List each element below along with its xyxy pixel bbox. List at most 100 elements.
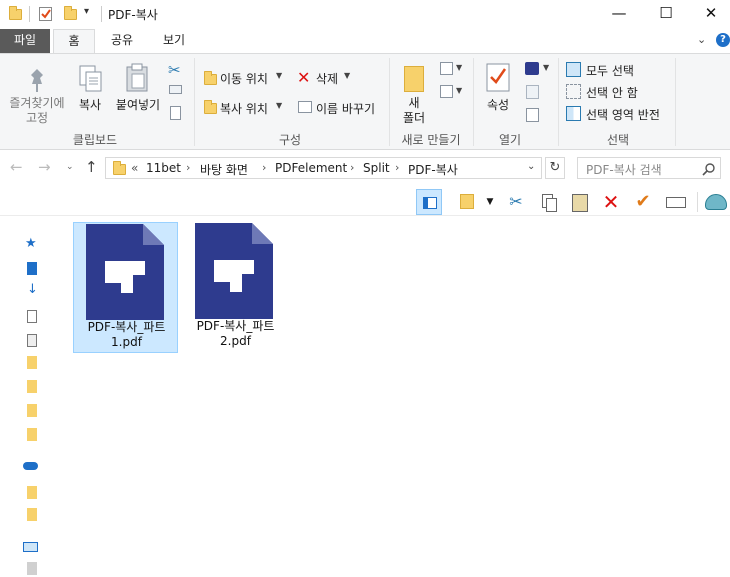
collapse-ribbon-icon[interactable]: ⌄ bbox=[697, 33, 706, 46]
properties-label: 속성 bbox=[486, 98, 510, 112]
breadcrumb-overflow[interactable]: « bbox=[131, 161, 138, 175]
documents-icon[interactable] bbox=[27, 310, 37, 323]
select-all-icon bbox=[566, 62, 581, 77]
address-row: ← → ⌄ ↑ « 11bet › 바탕 화면 › PDFelement › S… bbox=[0, 150, 730, 186]
chevron-right-icon[interactable]: › bbox=[350, 161, 354, 174]
tab-view[interactable]: 보기 bbox=[152, 29, 196, 53]
properties-quick-icon[interactable] bbox=[39, 7, 52, 21]
copy-label: 복사 bbox=[78, 98, 102, 112]
search-box[interactable]: PDF-복사 검색 bbox=[577, 157, 721, 179]
rename-icon[interactable] bbox=[663, 189, 689, 215]
new-folder-label: 새 폴더 bbox=[402, 96, 426, 125]
invert-selection-label: 선택 영역 반전 bbox=[586, 108, 660, 122]
breadcrumb-item[interactable]: PDF-복사 bbox=[408, 161, 458, 178]
tab-home[interactable]: 홈 bbox=[53, 29, 95, 53]
chevron-down-icon: ▼ bbox=[344, 71, 351, 80]
new-item-icon[interactable] bbox=[440, 62, 453, 75]
file-item[interactable]: PDF-복사_파트 2.pdf bbox=[183, 222, 288, 353]
pictures-icon[interactable] bbox=[27, 334, 37, 347]
chevron-right-icon[interactable]: › bbox=[395, 161, 399, 174]
new-folder-quick-icon[interactable] bbox=[64, 6, 77, 20]
tab-file[interactable]: 파일 bbox=[0, 29, 50, 53]
window-title: PDF-복사 bbox=[108, 8, 158, 22]
paste-icon bbox=[126, 63, 148, 92]
open-group-label: 열기 bbox=[498, 133, 522, 147]
preview-pane-button[interactable] bbox=[416, 189, 442, 215]
navigation-pane: ★ ↓ bbox=[0, 216, 42, 577]
chevron-down-icon[interactable]: ▼ bbox=[482, 189, 498, 215]
copy-to-icon bbox=[204, 100, 217, 114]
up-button[interactable]: ↑ bbox=[85, 158, 98, 176]
rename-label: 이름 바꾸기 bbox=[316, 102, 376, 116]
history-icon[interactable] bbox=[526, 108, 539, 122]
copy-path-icon[interactable] bbox=[169, 85, 182, 94]
refresh-button[interactable]: ↻ bbox=[545, 157, 565, 179]
paste-shortcut-icon[interactable] bbox=[170, 106, 181, 120]
chevron-right-icon[interactable]: › bbox=[186, 161, 190, 174]
tab-share[interactable]: 공유 bbox=[100, 29, 144, 53]
cut-icon[interactable]: ✂ bbox=[503, 189, 529, 215]
maximize-button[interactable]: ☐ bbox=[643, 0, 689, 28]
help-icon[interactable]: ? bbox=[716, 33, 730, 47]
forward-button[interactable]: → bbox=[38, 158, 51, 176]
divider bbox=[194, 58, 195, 146]
search-icon bbox=[702, 163, 715, 176]
open-icon[interactable] bbox=[525, 62, 539, 75]
address-bar[interactable]: « 11bet › 바탕 화면 › PDFelement › Split › P… bbox=[105, 157, 542, 179]
divider bbox=[473, 58, 474, 146]
delete-icon[interactable]: ✕ bbox=[598, 189, 624, 215]
folder-icon[interactable] bbox=[27, 404, 37, 417]
checkmark-icon[interactable]: ✔ bbox=[630, 189, 656, 215]
chevron-down-icon[interactable]: ▼ bbox=[456, 86, 462, 95]
select-none-icon bbox=[566, 84, 581, 99]
copy-to-label: 복사 위치 bbox=[220, 102, 268, 116]
desktop-icon[interactable] bbox=[27, 262, 37, 275]
paste-label: 붙여넣기 bbox=[115, 98, 161, 112]
divider bbox=[29, 6, 30, 22]
minimize-button[interactable]: — bbox=[596, 0, 642, 28]
copy-icon[interactable] bbox=[536, 189, 562, 215]
onedrive-icon[interactable] bbox=[23, 462, 38, 470]
cut-icon[interactable]: ✂ bbox=[168, 61, 181, 79]
divider bbox=[675, 58, 676, 146]
file-name: PDF-복사_파트 2.pdf bbox=[196, 319, 275, 348]
ribbon-tabs: 파일 홈 공유 보기 ⌄ ? bbox=[0, 29, 730, 53]
breadcrumb-item[interactable]: 바탕 화면 bbox=[200, 161, 248, 178]
clipboard-group-label: 클립보드 bbox=[72, 133, 118, 147]
back-button[interactable]: ← bbox=[10, 158, 23, 176]
delete-label: 삭제 bbox=[316, 72, 339, 86]
pdf-file-icon bbox=[86, 224, 164, 320]
chevron-down-icon: ▼ bbox=[276, 71, 283, 80]
easy-access-icon[interactable] bbox=[440, 85, 453, 98]
address-dropdown-icon[interactable]: ⌄ bbox=[527, 161, 535, 172]
ribbon: 즐겨찾기에 고정 복사 붙여넣기 ✂ 클립보드 이동 위치 ▼ 복사 위치 ▼ … bbox=[0, 53, 730, 150]
file-item[interactable]: PDF-복사_파트 1.pdf bbox=[73, 222, 178, 353]
breadcrumb-item[interactable]: Split bbox=[363, 161, 390, 175]
folder-icon[interactable] bbox=[27, 356, 37, 369]
pin-label: 즐겨찾기에 고정 bbox=[9, 96, 65, 125]
edit-icon[interactable] bbox=[526, 85, 539, 99]
this-pc-icon[interactable] bbox=[23, 542, 38, 552]
breadcrumb-item[interactable]: PDFelement bbox=[275, 161, 347, 175]
drive-icon[interactable] bbox=[27, 562, 37, 575]
chevron-down-icon[interactable]: ▼ bbox=[456, 63, 462, 72]
recent-locations-icon[interactable]: ⌄ bbox=[66, 162, 74, 172]
folder-icon[interactable] bbox=[27, 486, 37, 499]
folder-icon[interactable] bbox=[27, 380, 37, 393]
folder-icon[interactable] bbox=[27, 508, 37, 521]
shell-icon[interactable] bbox=[703, 189, 729, 215]
divider bbox=[697, 192, 698, 212]
folder-icon[interactable] bbox=[27, 428, 37, 441]
customize-quick-access-icon[interactable]: ▾ bbox=[84, 6, 89, 17]
quick-access-icon[interactable]: ★ bbox=[25, 236, 37, 251]
downloads-icon[interactable]: ↓ bbox=[27, 282, 38, 297]
chevron-right-icon[interactable]: › bbox=[262, 161, 266, 174]
chevron-down-icon[interactable]: ▼ bbox=[543, 63, 549, 72]
file-list: PDF-복사_파트 1.pdf PDF-복사_파트 2.pdf bbox=[60, 216, 730, 577]
breadcrumb-item[interactable]: 11bet bbox=[146, 161, 181, 175]
toolbar: ▼ ✂ ✕ ✔ bbox=[0, 186, 730, 216]
view-options-button[interactable] bbox=[455, 189, 481, 215]
divider bbox=[558, 58, 559, 146]
paste-icon[interactable] bbox=[567, 189, 593, 215]
close-button[interactable]: ✕ bbox=[688, 0, 730, 28]
